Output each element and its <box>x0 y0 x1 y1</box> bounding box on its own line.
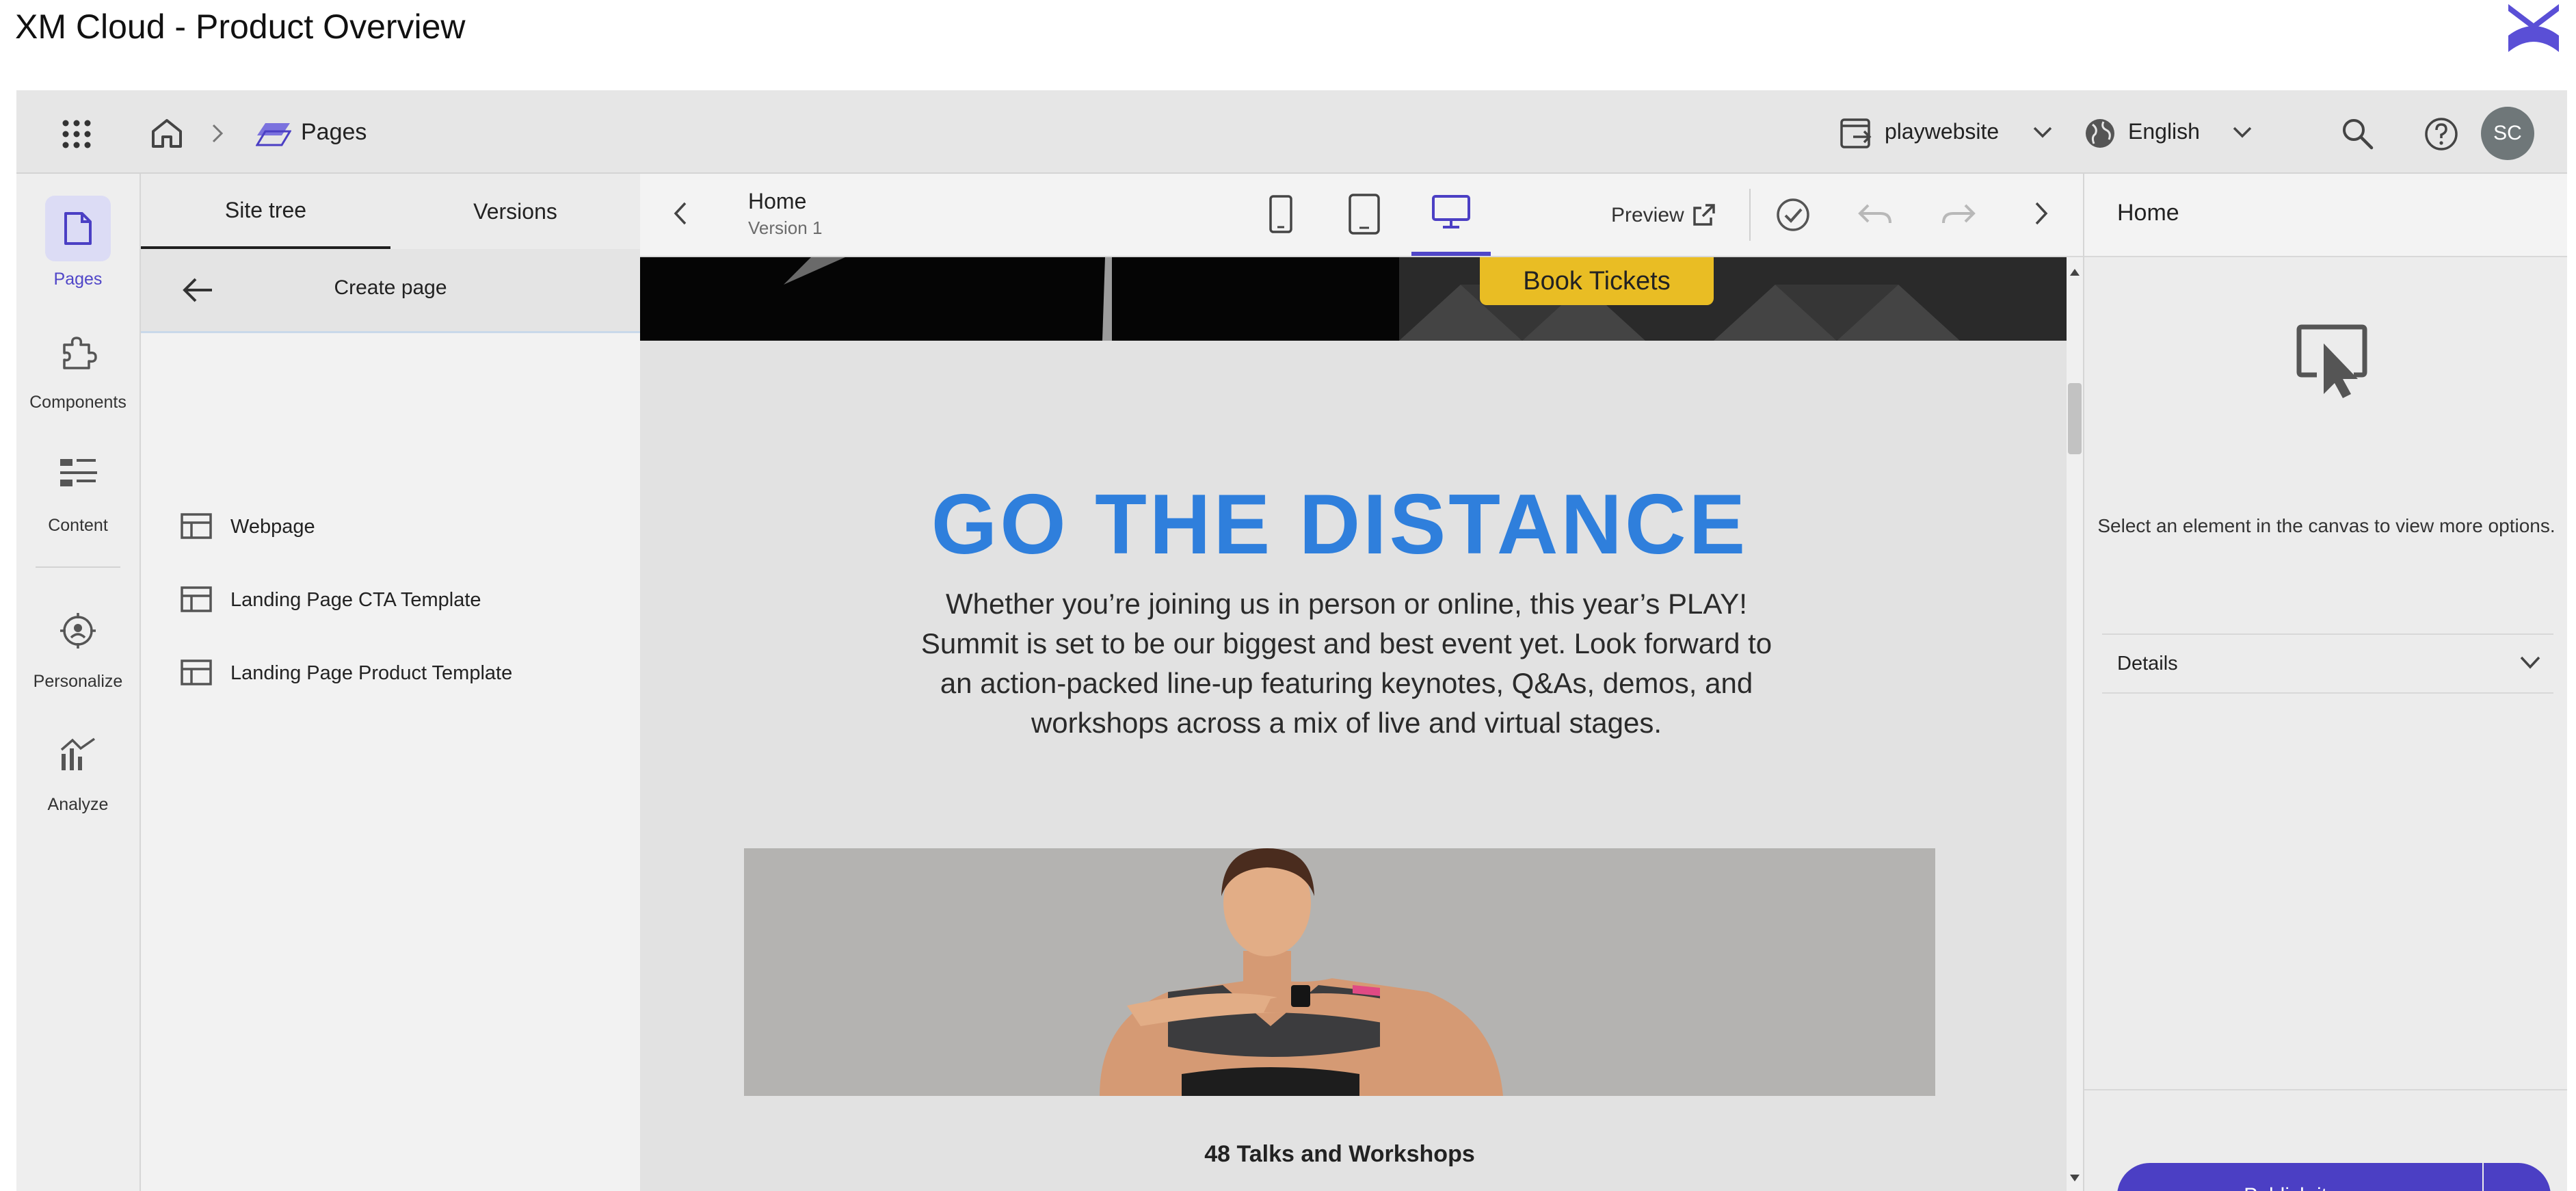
panel-tabs: Site tree Versions <box>141 174 640 249</box>
rail-label: Personalize <box>33 672 123 691</box>
undo-icon[interactable] <box>1857 201 1893 228</box>
page-version: Version 1 <box>748 218 823 238</box>
template-icon <box>181 586 212 612</box>
page-name: Home <box>748 189 807 213</box>
properties-header: Home <box>2084 174 2567 257</box>
chevron-down-icon[interactable] <box>2519 655 2541 670</box>
page-canvas[interactable]: Book Tickets GO THE DISTANCE Whether you… <box>640 257 2067 1191</box>
toolbar-divider <box>1749 189 1751 241</box>
tab-site-tree[interactable]: Site tree <box>141 174 390 249</box>
user-avatar[interactable]: SC <box>2481 107 2534 160</box>
tablet-device-icon[interactable] <box>1347 193 1381 235</box>
rail-item-analyze[interactable]: Analyze <box>16 721 140 815</box>
help-icon[interactable] <box>2424 116 2459 152</box>
sitecore-logo <box>2508 4 2559 52</box>
redo-icon[interactable] <box>1941 201 1976 228</box>
rail-item-content[interactable]: Content <box>16 442 140 536</box>
analytics-icon <box>60 737 96 770</box>
desktop-device-icon <box>1432 195 1470 228</box>
language-selector[interactable]: English <box>2128 119 2200 144</box>
rail-label: Content <box>48 516 108 535</box>
template-landing-cta[interactable]: Landing Page CTA Template <box>141 574 640 629</box>
intro-paragraph[interactable]: Whether you’re joining us in person or o… <box>902 584 1791 743</box>
chevron-right-icon <box>212 124 224 143</box>
talks-heading[interactable]: 48 Talks and Workshops <box>640 1141 2039 1168</box>
left-panel: Site tree Versions Create page Webpage L… <box>141 174 642 1191</box>
canvas-scrollbar[interactable] <box>2067 257 2083 1191</box>
pages-app-icon <box>256 123 291 146</box>
book-tickets-button[interactable]: Book Tickets <box>1480 257 1714 305</box>
template-landing-product[interactable]: Landing Page Product Template <box>141 647 640 702</box>
scroll-down-icon[interactable] <box>2069 1174 2080 1182</box>
empty-state-message: Select an element in the canvas to view … <box>2097 515 2555 536</box>
hero-background-graphic <box>640 257 2067 341</box>
content-list-icon <box>60 459 97 486</box>
create-page-title: Create page <box>334 276 447 299</box>
template-icon <box>181 513 212 539</box>
template-webpage[interactable]: Webpage <box>141 501 640 555</box>
template-label: Landing Page CTA Template <box>230 589 481 611</box>
properties-title: Home <box>2117 200 2179 226</box>
rail-item-components[interactable]: Components <box>16 319 140 413</box>
rail-divider <box>36 566 120 568</box>
scrollbar-thumb[interactable] <box>2068 383 2082 454</box>
details-accordion[interactable]: Details <box>2102 633 2553 694</box>
scroll-up-icon[interactable] <box>2069 268 2080 276</box>
rail-item-personalize[interactable]: Personalize <box>16 598 140 692</box>
target-user-icon <box>60 613 96 649</box>
rail-label: Components <box>29 393 127 412</box>
mobile-device-icon[interactable] <box>1268 194 1294 234</box>
chevron-down-icon[interactable] <box>2232 126 2253 140</box>
chevron-right-icon[interactable] <box>2034 201 2049 226</box>
right-panel: Home Select an element in the canvas to … <box>2083 174 2567 1191</box>
create-page-header: Create page <box>141 249 640 333</box>
canvas-header: Home Version 1 Preview <box>640 174 2083 257</box>
details-label: Details <box>2117 653 2178 675</box>
template-label: Webpage <box>230 516 315 538</box>
athlete-photo[interactable] <box>744 848 1935 1096</box>
athlete-image <box>744 848 1935 1096</box>
app-switcher-icon[interactable] <box>62 119 92 149</box>
check-circle-icon[interactable] <box>1775 197 1811 233</box>
chevron-down-icon[interactable] <box>2032 126 2053 140</box>
publish-item-button[interactable]: Publish item <box>2117 1163 2482 1191</box>
open-external-icon[interactable] <box>1692 202 1716 227</box>
left-rail: Pages Components Content Personalize Ana… <box>16 174 141 1191</box>
preview-button[interactable]: Preview <box>1611 204 1684 227</box>
template-label: Landing Page Product Template <box>230 662 513 684</box>
window-title: XM Cloud - Product Overview <box>15 8 466 46</box>
site-selector[interactable]: playwebsite <box>1885 119 1999 144</box>
search-icon[interactable] <box>2340 116 2374 150</box>
template-icon <box>181 659 212 685</box>
hero-image-strip[interactable] <box>640 257 2067 341</box>
breadcrumb-pages[interactable]: Pages <box>301 119 367 146</box>
globe-icon <box>2086 119 2114 148</box>
top-bar: Pages playwebsite English SC <box>16 90 2567 174</box>
site-icon <box>1840 118 1872 148</box>
rail-item-pages[interactable]: Pages <box>16 196 140 289</box>
chevron-left-icon[interactable] <box>673 201 688 226</box>
page-icon <box>64 212 92 245</box>
puzzle-icon <box>63 337 97 369</box>
tab-versions[interactable]: Versions <box>390 174 640 249</box>
select-element-icon <box>2296 324 2367 398</box>
headline[interactable]: GO THE DISTANCE <box>640 476 2039 573</box>
app-frame: Pages playwebsite English SC Pages Compo… <box>16 90 2567 1191</box>
desktop-device-tab[interactable] <box>1411 174 1491 256</box>
rail-label: Pages <box>53 270 103 289</box>
rail-label: Analyze <box>47 795 109 814</box>
home-icon[interactable] <box>150 118 183 149</box>
